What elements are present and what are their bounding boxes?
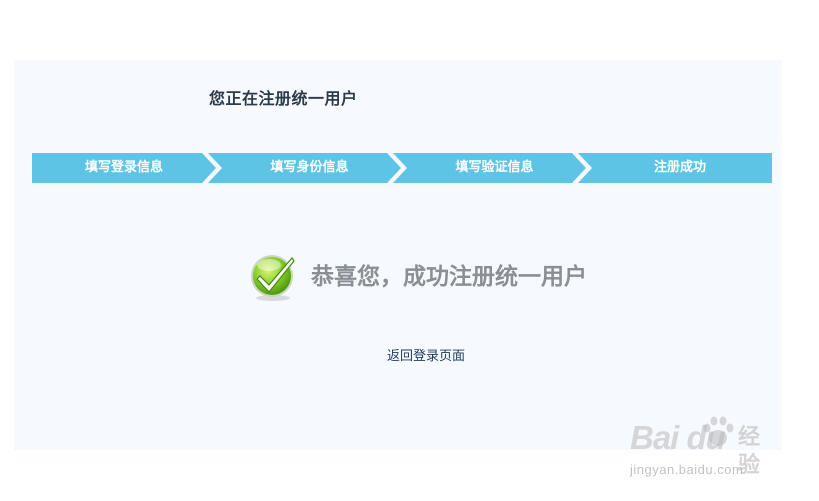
registration-panel bbox=[14, 60, 782, 450]
step-3-label: 填写验证信息 bbox=[455, 160, 534, 175]
step-progress-bar: 填写登录信息 填写身份信息 填写验证信息 注册成功 bbox=[32, 153, 772, 183]
step-1-label: 填写登录信息 bbox=[84, 160, 163, 175]
watermark-url: jingyan.baidu.com bbox=[630, 462, 744, 477]
success-message: 恭喜您，成功注册统一用户 bbox=[311, 263, 587, 290]
back-to-login-link[interactable]: 返回登录页面 bbox=[387, 348, 465, 366]
page-title: 您正在注册统一用户 bbox=[209, 89, 358, 108]
baidu-jingyan-watermark: Bai du 经验 jingyan.baidu.com bbox=[630, 412, 780, 487]
step-2-label: 填写身份信息 bbox=[270, 160, 349, 175]
watermark-brand-text: 经验 bbox=[738, 425, 761, 478]
step-4-label: 注册成功 bbox=[653, 160, 706, 175]
paw-icon bbox=[703, 416, 734, 446]
checkmark-icon bbox=[251, 255, 295, 301]
